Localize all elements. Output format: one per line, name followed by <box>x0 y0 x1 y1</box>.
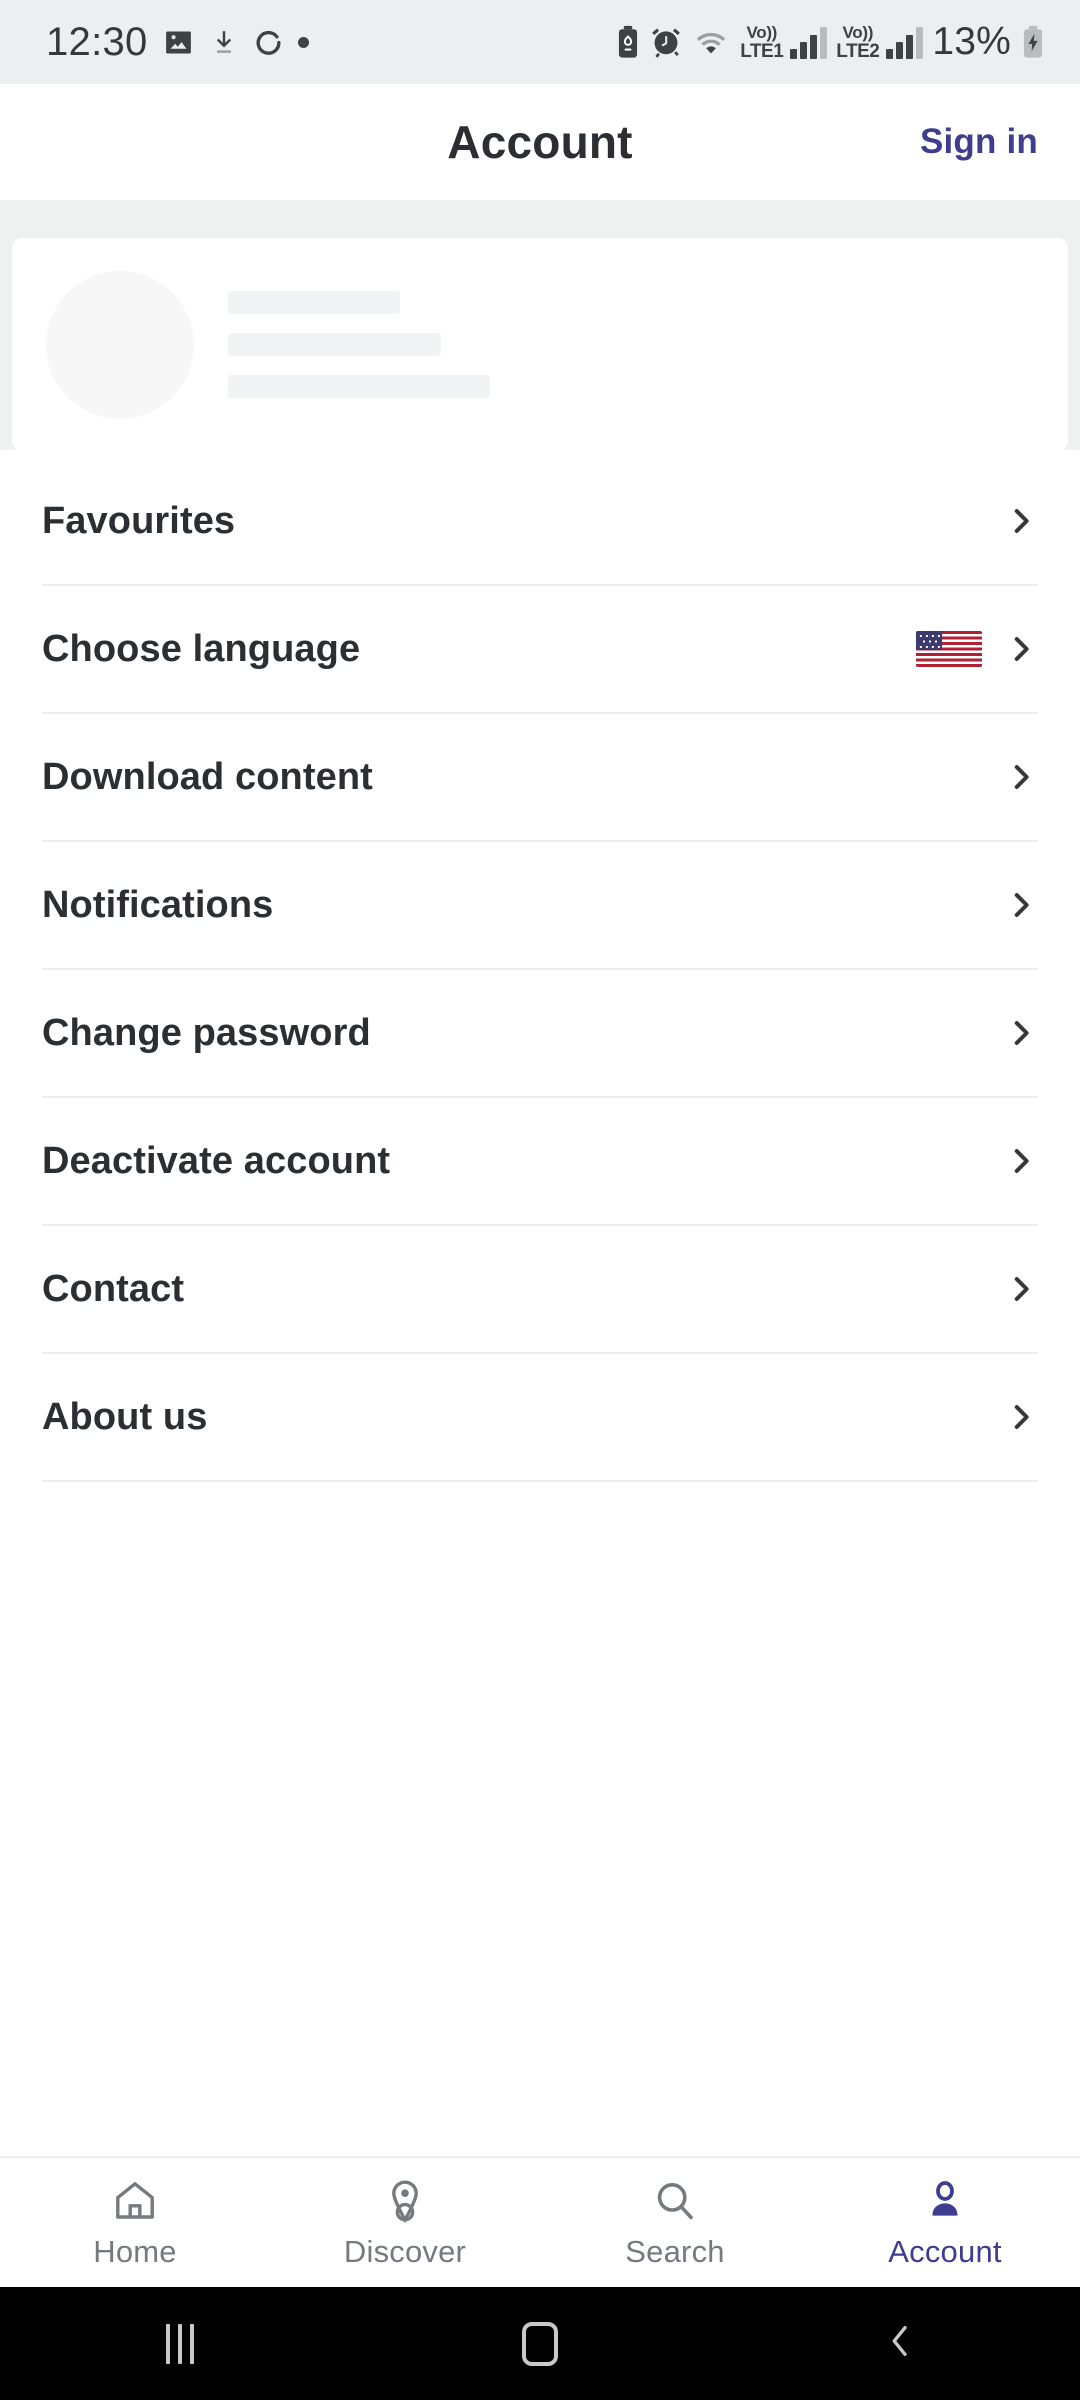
menu-item-trailing <box>1004 888 1038 922</box>
menu-item-trailing <box>916 631 1038 667</box>
search-icon <box>650 2176 700 2226</box>
nav-tab-label: Discover <box>343 2233 467 2269</box>
us-flag-icon <box>916 631 982 667</box>
placeholder-line <box>228 291 400 314</box>
menu-item-label: Notifications <box>42 883 274 926</box>
menu-item-label: Choose language <box>42 627 361 670</box>
menu-item-choose-language[interactable]: Choose language <box>42 586 1038 714</box>
menu-item-label: About us <box>42 1395 208 1438</box>
chevron-right-icon <box>1004 760 1038 794</box>
menu-item-label: Favourites <box>42 499 236 542</box>
nav-tab-label: Search <box>625 2233 725 2269</box>
chevron-right-icon <box>1004 888 1038 922</box>
chevron-right-icon <box>1004 1144 1038 1178</box>
recent-apps-button[interactable] <box>0 2323 360 2364</box>
menu-item-trailing <box>1004 504 1038 538</box>
signal-sim2-icon <box>886 25 924 59</box>
menu-item-trailing <box>1004 1144 1038 1178</box>
location-pin-icon <box>380 2176 430 2226</box>
menu-item-label: Contact <box>42 1267 185 1310</box>
menu-item-notifications[interactable]: Notifications <box>42 842 1038 970</box>
volte-sim2-lte-label: LTE2 <box>836 40 880 62</box>
menu-item-deactivate-account[interactable]: Deactivate account <box>42 1098 1038 1226</box>
menu-item-favourites[interactable]: Favourites <box>42 458 1038 586</box>
chevron-right-icon <box>1004 1272 1038 1306</box>
home-icon <box>110 2176 160 2226</box>
app-screen: 12:30 Vo)) LTE1 Vo)) LTE2 13% Account Si… <box>0 0 1080 2400</box>
status-bar-left: 12:30 <box>46 20 309 65</box>
menu-item-change-password[interactable]: Change password <box>42 970 1038 1098</box>
volte-sim2-icon: Vo)) LTE2 <box>836 22 880 62</box>
home-icon <box>522 2321 558 2366</box>
profile-skeleton-card <box>12 238 1068 451</box>
menu-item-contact[interactable]: Contact <box>42 1226 1038 1354</box>
sync-icon <box>253 26 284 59</box>
page-title: Account <box>447 116 633 168</box>
menu-item-label: Deactivate account <box>42 1139 391 1182</box>
nav-tab-discover[interactable]: Discover <box>270 2176 540 2270</box>
menu-item-label: Change password <box>42 1011 371 1054</box>
sign-in-button[interactable]: Sign in <box>920 122 1038 162</box>
volte-sim1-icon: Vo)) LTE1 <box>740 22 784 62</box>
status-bar-clock: 12:30 <box>46 19 148 64</box>
nav-tab-account[interactable]: Account <box>810 2176 1080 2270</box>
back-button[interactable] <box>720 2319 1080 2368</box>
nav-tab-home[interactable]: Home <box>0 2176 270 2270</box>
profile-skeleton-band <box>0 200 1080 451</box>
placeholder-line <box>228 333 441 356</box>
chevron-right-icon <box>1004 504 1038 538</box>
system-home-button[interactable] <box>360 2321 720 2366</box>
volte-sim2-vo-label: Vo)) <box>842 22 874 42</box>
recent-apps-icon <box>166 2323 194 2364</box>
volte-sim1-vo-label: Vo)) <box>746 22 778 42</box>
status-bar-right: Vo)) LTE1 Vo)) LTE2 13% <box>615 20 1046 64</box>
nav-tab-label: Account <box>888 2233 1002 2269</box>
bottom-navigation-bar: Home Discover Search Account <box>0 2156 1080 2287</box>
chevron-right-icon <box>1004 632 1038 666</box>
chevron-right-icon <box>1004 1400 1038 1434</box>
status-bar: 12:30 Vo)) LTE1 Vo)) LTE2 13% <box>0 0 1080 84</box>
back-icon <box>880 2319 920 2368</box>
menu-item-label: Download content <box>42 755 373 798</box>
menu-item-trailing <box>1004 1272 1038 1306</box>
person-icon <box>920 2176 970 2226</box>
menu-item-about-us[interactable]: About us <box>42 1354 1038 1482</box>
text-placeholder-group <box>228 291 490 398</box>
settings-menu-list: Favourites Choose language Download cont… <box>0 458 1080 1482</box>
signal-sim1-icon <box>790 25 828 59</box>
download-icon <box>209 26 239 59</box>
nav-tab-label: Home <box>93 2233 177 2269</box>
alarm-icon <box>650 25 682 59</box>
image-icon <box>162 26 195 59</box>
app-header: Account Sign in <box>0 84 1080 200</box>
wifi-icon <box>691 25 731 59</box>
menu-item-trailing <box>1004 1016 1038 1050</box>
charging-battery-icon <box>1020 25 1046 59</box>
battery-saver-icon <box>615 25 641 59</box>
menu-item-download-content[interactable]: Download content <box>42 714 1038 842</box>
nav-tab-search[interactable]: Search <box>540 2176 810 2270</box>
placeholder-line <box>228 375 490 398</box>
avatar-placeholder <box>46 270 194 419</box>
system-navigation-bar <box>0 2287 1080 2400</box>
volte-sim1-lte-label: LTE1 <box>740 40 784 62</box>
chevron-right-icon <box>1004 1016 1038 1050</box>
menu-item-trailing <box>1004 760 1038 794</box>
battery-percent-label: 13% <box>932 20 1011 63</box>
dot-indicator <box>297 36 309 48</box>
menu-item-trailing <box>1004 1400 1038 1434</box>
